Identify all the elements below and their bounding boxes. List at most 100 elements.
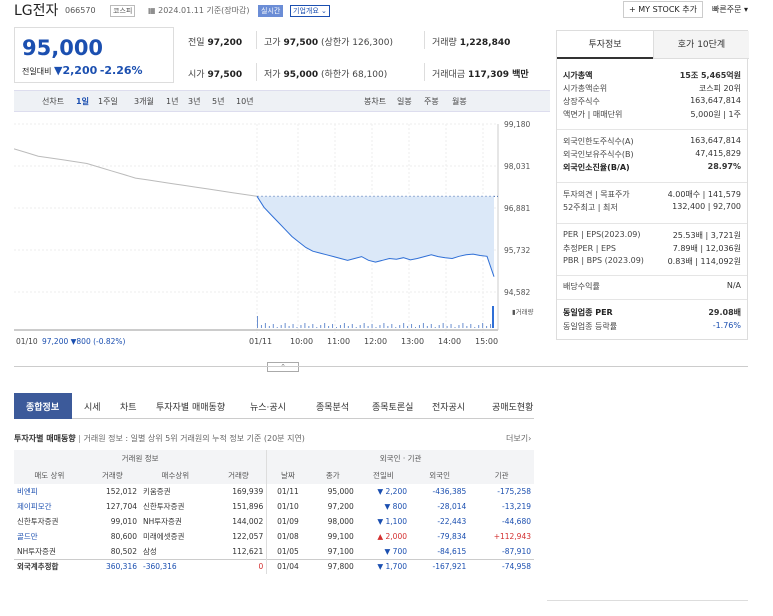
current-price-box: 95,000 전일대비 ▼2,200 -2.26% bbox=[14, 27, 174, 83]
collapse-chart-button[interactable]: ⌃ bbox=[267, 362, 299, 372]
quick-order-button[interactable]: 빠른주문 ▾ bbox=[712, 4, 748, 15]
volume-bar bbox=[371, 324, 373, 328]
change-label: 전일대비 bbox=[22, 67, 52, 76]
table-cell[interactable]: 키움증권 bbox=[140, 484, 211, 499]
volume-bar bbox=[284, 323, 286, 328]
volume-bar bbox=[260, 325, 262, 328]
table-row: 비엔피 152,012 키움증권 169,939 01/11 95,000 ▼ 2,200 -… bbox=[14, 484, 534, 499]
info-value: 15조 5,465억원 bbox=[679, 71, 741, 80]
volume-label: ▮거래량 bbox=[512, 307, 534, 316]
info-key: 시가총액 bbox=[563, 71, 593, 80]
table-cell[interactable]: NH투자증권 bbox=[140, 514, 211, 529]
tab-weekly-candle[interactable]: 주봉 bbox=[424, 96, 439, 107]
tab-1year[interactable]: 1년 bbox=[166, 96, 178, 107]
chart-period-tabs: 선차트 1일 1주일 3개월 1년 3년 5년 10년 봉차트 일봉 주봉 월봉 bbox=[14, 90, 550, 112]
tab-5year[interactable]: 5년 bbox=[212, 96, 224, 107]
tab-candle-chart[interactable]: 봉차트 bbox=[364, 96, 386, 107]
lower-limit: (하한가 68,100) bbox=[321, 70, 388, 80]
info-row: 외국인보유주식수(B) 47,415,829 bbox=[563, 149, 741, 160]
calendar-icon: ▦ bbox=[148, 6, 159, 15]
prev-day-line bbox=[14, 148, 258, 197]
info-row: 시가총액 15조 5,465억원 bbox=[563, 70, 741, 81]
trading-section-header: 투자자별 매매동향 | 거래원 정보 : 일별 상위 5위 거래원의 누적 정보… bbox=[14, 434, 305, 443]
mystock-add-button[interactable]: + MY STOCK 추가 bbox=[623, 1, 703, 18]
nav-tab[interactable]: 공매도현황 bbox=[492, 400, 533, 413]
table-cell: 97,800 bbox=[327, 562, 354, 572]
table-cell[interactable]: 신한투자증권 bbox=[14, 514, 85, 529]
chevron-right-icon: › bbox=[528, 434, 532, 443]
info-value: 7.89배 | 12,036원 bbox=[672, 244, 741, 253]
nav-tab[interactable]: 차트 bbox=[120, 400, 137, 413]
company-overview-button[interactable]: 기업개요 ⌄ bbox=[290, 5, 330, 17]
high-value: 97,500 bbox=[283, 38, 319, 48]
info-key: 시가총액순위 bbox=[563, 84, 608, 93]
tab-3month[interactable]: 3개월 bbox=[134, 96, 154, 107]
table-cell[interactable]: 미래에셋증권 bbox=[140, 529, 211, 544]
table-row: 골드만 80,600 미래에셋증권 122,057 01/08 99,100 ▲ 2,000… bbox=[14, 529, 534, 544]
more-link[interactable]: 더보기› bbox=[506, 433, 531, 444]
nav-tab[interactable]: 뉴스·공시 bbox=[250, 400, 286, 413]
table-cell[interactable]: 비엔피 bbox=[14, 484, 85, 499]
tab-10year[interactable]: 10년 bbox=[236, 96, 254, 107]
tab-3year[interactable]: 3년 bbox=[188, 96, 200, 107]
tab-daily-candle[interactable]: 일봉 bbox=[397, 96, 412, 107]
info-value: 25.53배 | 3,721원 bbox=[672, 231, 741, 240]
table-cell: +112,943 bbox=[493, 532, 531, 541]
info-key: 외국인한도주식수(A) bbox=[563, 137, 634, 146]
upper-limit: (상한가 126,300) bbox=[321, 38, 393, 48]
column-header: 종가 bbox=[308, 467, 357, 484]
volume-bar bbox=[434, 327, 436, 328]
table-cell: 0 bbox=[210, 559, 268, 574]
tab-line-chart[interactable]: 선차트 bbox=[42, 96, 64, 107]
info-row: 배당수익률 N/A bbox=[563, 281, 741, 292]
table-cell[interactable]: NH투자증권 bbox=[14, 544, 85, 559]
table-cell: 99,010 bbox=[110, 517, 137, 526]
table-cell: 01/08 bbox=[277, 532, 299, 541]
nav-tab[interactable]: 종목분석 bbox=[316, 400, 349, 413]
column-header: 거래량 bbox=[84, 467, 140, 484]
table-cell[interactable]: 삼성 bbox=[140, 544, 211, 559]
table-row: 외국계추정합 360,316 -360,316 0 01/04 97,800 ▼ 1,700… bbox=[14, 559, 534, 574]
volume-bar bbox=[316, 327, 318, 328]
table-cell[interactable]: 신한투자증권 bbox=[140, 499, 211, 514]
volume-bar bbox=[478, 325, 480, 328]
realtime-badge[interactable]: 실시간 bbox=[258, 5, 284, 17]
investment-info-panel: 투자정보 호가 10단계 시가총액 15조 5,465억원시가총액순위 코스피 20… bbox=[556, 30, 749, 340]
volume-bar bbox=[418, 325, 420, 328]
table-cell: 360,316 bbox=[105, 562, 137, 572]
info-row: PER | EPS(2023.09) 25.53배 | 3,721원 bbox=[563, 230, 741, 240]
volume-bar bbox=[363, 323, 365, 328]
nav-tab[interactable]: 전자공시 bbox=[432, 400, 465, 413]
stock-code: 066570 bbox=[65, 6, 96, 15]
table-cell[interactable]: 골드만 bbox=[14, 529, 85, 544]
nav-tab[interactable]: 투자자별 매매동향 bbox=[156, 400, 225, 413]
nav-tab[interactable]: 시세 bbox=[84, 400, 101, 413]
info-row: PBR | BPS (2023.09) 0.83배 | 114,092원 bbox=[563, 256, 741, 266]
table-cell: 01/10 bbox=[277, 502, 299, 511]
volume-bar bbox=[300, 325, 302, 328]
table-cell: 80,502 bbox=[110, 546, 137, 556]
tab-monthly-candle[interactable]: 월봉 bbox=[452, 96, 467, 107]
info-key: 투자의견 | 목표주가 bbox=[563, 190, 630, 199]
tab-1day[interactable]: 1일 bbox=[76, 96, 89, 107]
info-value: 코스피 20위 bbox=[698, 84, 741, 93]
tab-orderbook-10[interactable]: 호가 10단계 bbox=[653, 31, 749, 59]
x-tick-label: 10:00 bbox=[290, 337, 313, 346]
info-key: 52주최고 | 최저 bbox=[563, 203, 618, 212]
volume-bar bbox=[466, 326, 468, 328]
info-key: 동일업종 등락률 bbox=[563, 322, 618, 331]
table-cell: -79,834 bbox=[437, 532, 467, 541]
table-cell: 144,002 bbox=[210, 514, 268, 529]
table-cell[interactable]: 제이피모간 bbox=[14, 499, 85, 514]
table-row: NH투자증권 80,502 삼성 112,621 01/05 97,100 ▼ 700 -84… bbox=[14, 544, 534, 559]
tab-investment-info[interactable]: 투자정보 bbox=[557, 31, 653, 59]
info-value: 28.97% bbox=[707, 162, 741, 171]
nav-tab[interactable]: 종목토론실 bbox=[372, 400, 413, 413]
volume-bar bbox=[332, 324, 334, 328]
tab-1week[interactable]: 1주일 bbox=[98, 96, 118, 107]
table-cell: ▼ 2,200 bbox=[377, 487, 407, 496]
volume-bar bbox=[399, 325, 401, 328]
table-cell: 01/09 bbox=[277, 517, 299, 526]
table-cell: ▼ 1,700 bbox=[377, 562, 407, 572]
nav-tab[interactable]: 종합정보 bbox=[26, 400, 59, 413]
